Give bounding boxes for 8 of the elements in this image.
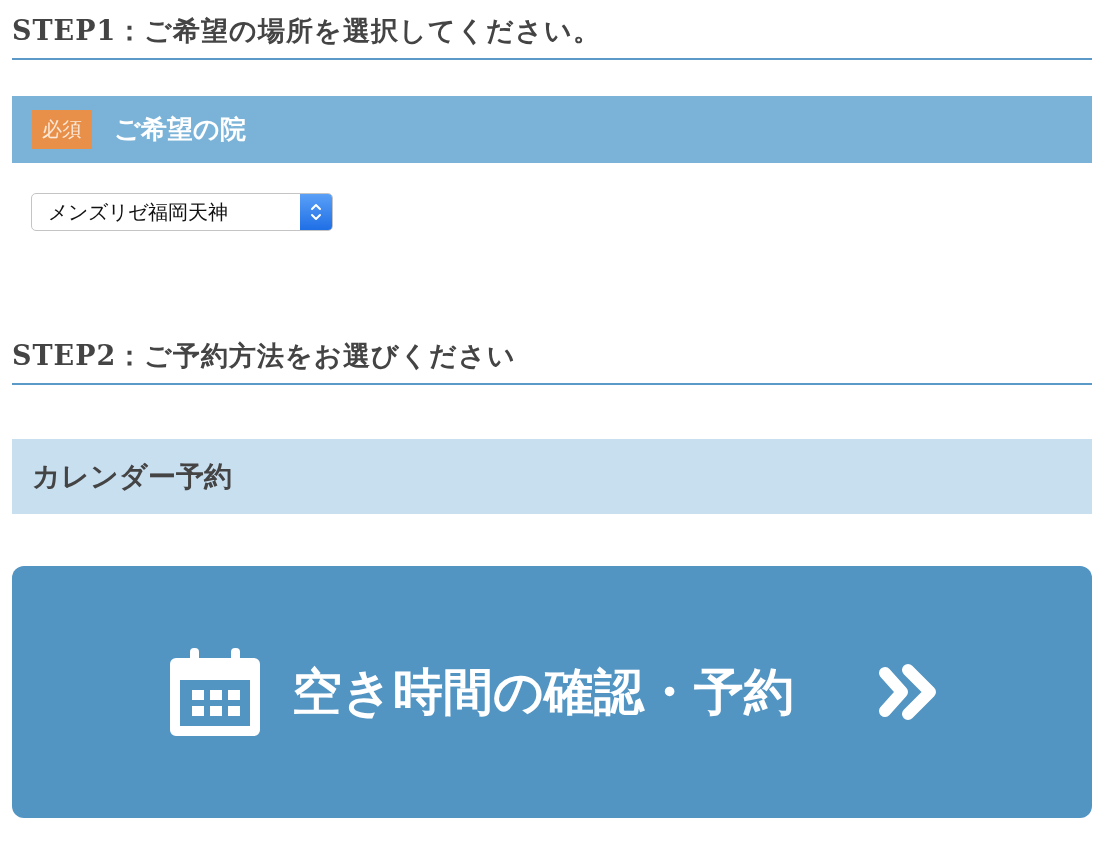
section-heading: STEP2：ご予約方法をお選びください [12, 339, 1092, 385]
method-title: カレンダー予約 [12, 439, 1092, 514]
up-down-icon [310, 201, 322, 223]
required-badge: 必須 [32, 110, 92, 149]
calendar-icon [170, 648, 260, 736]
field-label: ご希望の院 [114, 113, 246, 146]
clinic-select[interactable]: メンズリゼ福岡天神 [31, 193, 333, 231]
section-heading: STEP1：ご希望の場所を選択してください。 [12, 0, 1092, 60]
